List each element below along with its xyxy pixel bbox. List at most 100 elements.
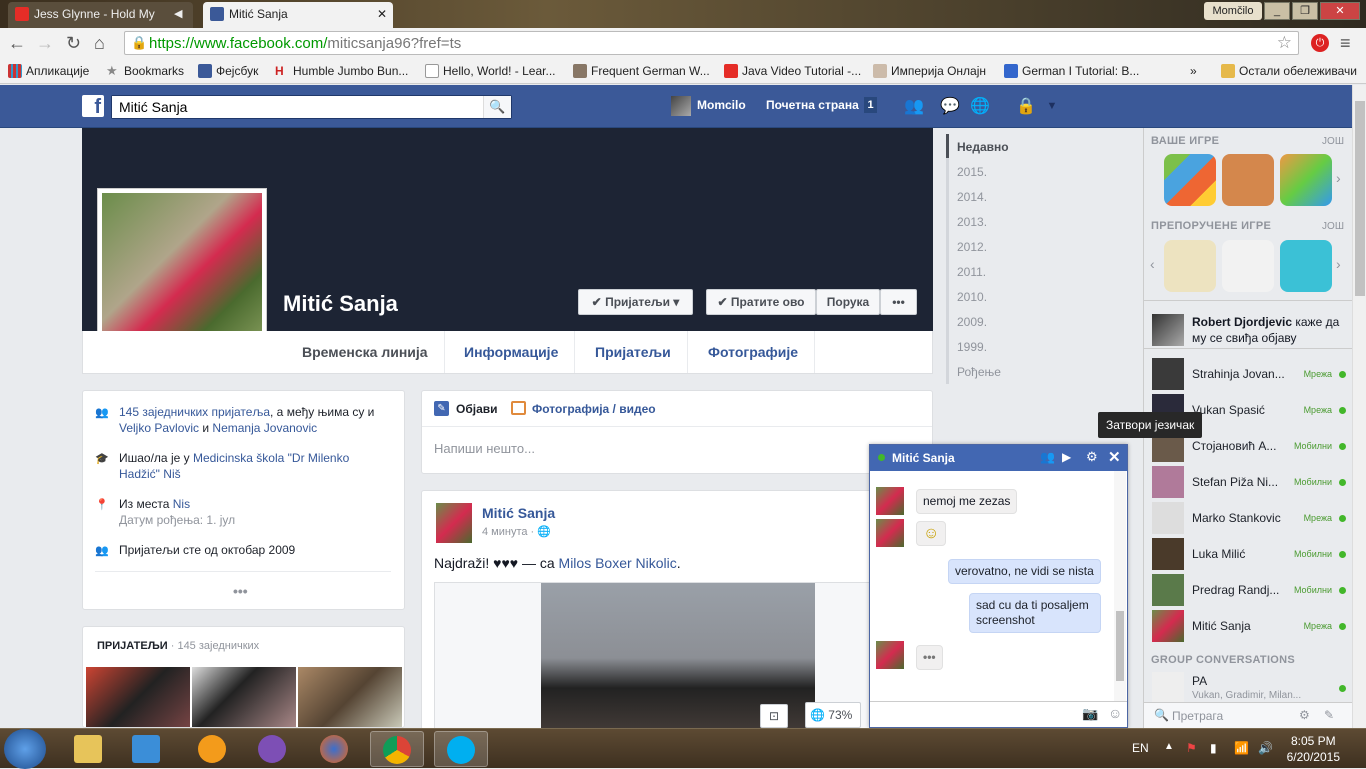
maximize-button[interactable]: ❐ (1292, 2, 1318, 20)
address-bar[interactable]: 🔒 https://www.facebook.com/miticsanja96?… (124, 31, 1299, 55)
chat-search-input[interactable]: Претрага (1172, 709, 1223, 723)
reload-icon[interactable]: ↻ (66, 33, 81, 53)
year-item[interactable]: 2015. (957, 165, 987, 179)
taskbar-viber[interactable] (246, 731, 300, 767)
taskbar-app[interactable] (186, 731, 240, 767)
friend-photo[interactable] (298, 667, 402, 727)
intro-more-button[interactable]: ••• (233, 583, 248, 599)
game-fortune-cookie-icon[interactable] (1280, 240, 1332, 292)
page-scrollbar[interactable] (1352, 85, 1366, 728)
ticker-story[interactable]: Robert Djordjevic каже да му се свиђа об… (1192, 314, 1342, 346)
search-input[interactable] (112, 96, 472, 118)
friends-button[interactable]: ✔ Пријатељи ▾ (578, 289, 693, 315)
year-item[interactable]: 2009. (957, 315, 987, 329)
extension-icon[interactable]: ⏻ (1311, 34, 1329, 52)
game-icon[interactable] (1280, 154, 1332, 206)
bookmark-item[interactable]: Hello, World! - Lear... (425, 63, 556, 79)
scrollbar-thumb[interactable] (1116, 611, 1124, 681)
chat-input-bar[interactable]: 📷 ☺ (870, 701, 1127, 727)
avatar[interactable] (671, 96, 691, 116)
contact-item[interactable]: Strahinja Jovan... Мрежа (1152, 358, 1352, 394)
bookmark-item[interactable]: H Humble Jumbo Bun... (275, 63, 408, 79)
zoom-indicator[interactable]: 🌐 73% (805, 702, 861, 728)
post-author-avatar[interactable] (436, 503, 472, 543)
gear-icon[interactable]: ⚙ (1299, 708, 1310, 722)
bookmark-item[interactable]: German I Tutorial: B... (1004, 63, 1139, 79)
emoji-icon[interactable]: ☺ (1108, 705, 1122, 721)
games-next-chevron-icon[interactable]: › (1336, 170, 1341, 186)
message-button[interactable]: Порука (816, 289, 880, 315)
recommended-more-link[interactable]: ЈОШ (1322, 221, 1344, 232)
video-call-icon[interactable]: ▶ (1062, 450, 1071, 464)
speaker-icon[interactable]: ◀ (174, 2, 182, 26)
games-prev-chevron-icon[interactable]: ‹ (1150, 256, 1155, 272)
home-icon[interactable]: ⌂ (94, 33, 105, 53)
year-item[interactable]: 2010. (957, 290, 987, 304)
tab-photos[interactable]: Фотографије (692, 331, 816, 373)
contact-item[interactable]: Mitić Sanja Мрежа (1152, 610, 1352, 646)
camera-icon[interactable]: 📷 (1082, 706, 1098, 722)
contact-item[interactable]: Stefan Piža Ni... Мобилни (1152, 466, 1352, 502)
chat-header[interactable]: Mitić Sanja 👥 ▶ ⚙ ✕ (870, 445, 1127, 471)
bookmark-item[interactable]: ★ Bookmarks (106, 63, 184, 79)
taskbar-skype[interactable] (434, 731, 488, 767)
bookmark-star-icon[interactable]: ☆ (1277, 33, 1292, 53)
game-owl-icon[interactable] (1222, 154, 1274, 206)
year-item[interactable]: 2012. (957, 240, 987, 254)
post-timestamp[interactable]: 4 минута · 🌐 (482, 525, 551, 538)
tab-about[interactable]: Информације (448, 331, 576, 373)
messages-icon[interactable]: 💬 (940, 96, 960, 116)
menu-icon[interactable]: ≡ (1340, 33, 1351, 53)
contact-item[interactable]: Marko Stankovic Мрежа (1152, 502, 1352, 538)
minimize-button[interactable]: _ (1264, 2, 1290, 20)
compose-icon[interactable]: ✎ (1324, 708, 1334, 722)
composer-photo-tab[interactable]: Фотографија / видео (532, 402, 656, 416)
system-clock[interactable]: 8:05 PM 6/20/2015 (1287, 733, 1340, 765)
games-next-chevron-icon[interactable]: › (1336, 256, 1341, 272)
privacy-lock-icon[interactable]: 🔒 (1016, 96, 1036, 116)
composer-post-tab[interactable]: Објави (456, 402, 498, 416)
gear-icon[interactable]: ⚙ (1086, 449, 1098, 465)
close-window-button[interactable]: ✕ (1320, 2, 1360, 20)
mutual-friend-link[interactable]: Veljko Pavlovic (119, 421, 199, 435)
bookmark-item[interactable]: Империја Онлајн (873, 63, 986, 79)
network-signal-icon[interactable]: 📶 (1234, 741, 1249, 755)
year-item[interactable]: Недавно (957, 140, 1009, 154)
scrollbar-thumb[interactable] (1355, 101, 1365, 296)
contact-item[interactable]: Luka Milić Мобилни (1152, 538, 1352, 574)
bookmark-item[interactable]: Java Video Tutorial -... (724, 63, 861, 79)
profile-name[interactable]: Mitić Sanja (283, 291, 398, 317)
chat-scrollbar[interactable] (1114, 471, 1126, 701)
tagged-friend-link[interactable]: Milos Boxer Nikolic (559, 555, 677, 571)
search-icon[interactable]: 🔍 (483, 96, 511, 118)
close-tab-icon[interactable]: ✕ (377, 2, 387, 26)
game-blocky-icon[interactable] (1222, 240, 1274, 292)
friend-requests-icon[interactable]: 👥 (904, 96, 924, 116)
taskbar-media[interactable] (120, 731, 174, 767)
tab-timeline[interactable]: Временска линија (286, 331, 445, 373)
browser-tab-facebook[interactable]: Mitić Sanja ✕ (203, 2, 393, 28)
friends-card-title[interactable]: ПРИЈАТЕЉИ · 145 заједничких (97, 640, 259, 652)
mutual-friends-link[interactable]: 145 заједничких пријатеља (119, 405, 270, 419)
more-options-button[interactable]: ••• (880, 289, 917, 315)
year-item[interactable]: 2014. (957, 190, 987, 204)
bookmarks-overflow-button[interactable]: » (1190, 63, 1197, 79)
taskbar-explorer[interactable] (62, 731, 116, 767)
game-icon[interactable] (1164, 154, 1216, 206)
friend-photo[interactable] (192, 667, 296, 727)
volume-icon[interactable]: 🔊 (1258, 741, 1273, 755)
year-item[interactable]: Рођење (957, 365, 1001, 379)
composer-input[interactable]: Напиши нешто... (434, 441, 535, 456)
friend-photo[interactable] (86, 667, 190, 727)
profile-user-badge[interactable]: Momčilo (1204, 2, 1262, 20)
facebook-logo-icon[interactable]: f (82, 95, 104, 118)
tab-friends[interactable]: Пријатељи (579, 331, 688, 373)
battery-icon[interactable]: ▮ (1210, 741, 1217, 755)
chat-title[interactable]: Mitić Sanja (892, 451, 955, 465)
games-more-link[interactable]: ЈОШ (1322, 136, 1344, 147)
forward-icon[interactable]: → (36, 33, 54, 53)
tag-photo-icon[interactable]: ⊡ (760, 704, 788, 728)
game-stickman-icon[interactable] (1164, 240, 1216, 292)
bookmark-item[interactable]: Frequent German W... (573, 63, 710, 79)
header-profile-link[interactable]: Momcilo (697, 98, 746, 112)
